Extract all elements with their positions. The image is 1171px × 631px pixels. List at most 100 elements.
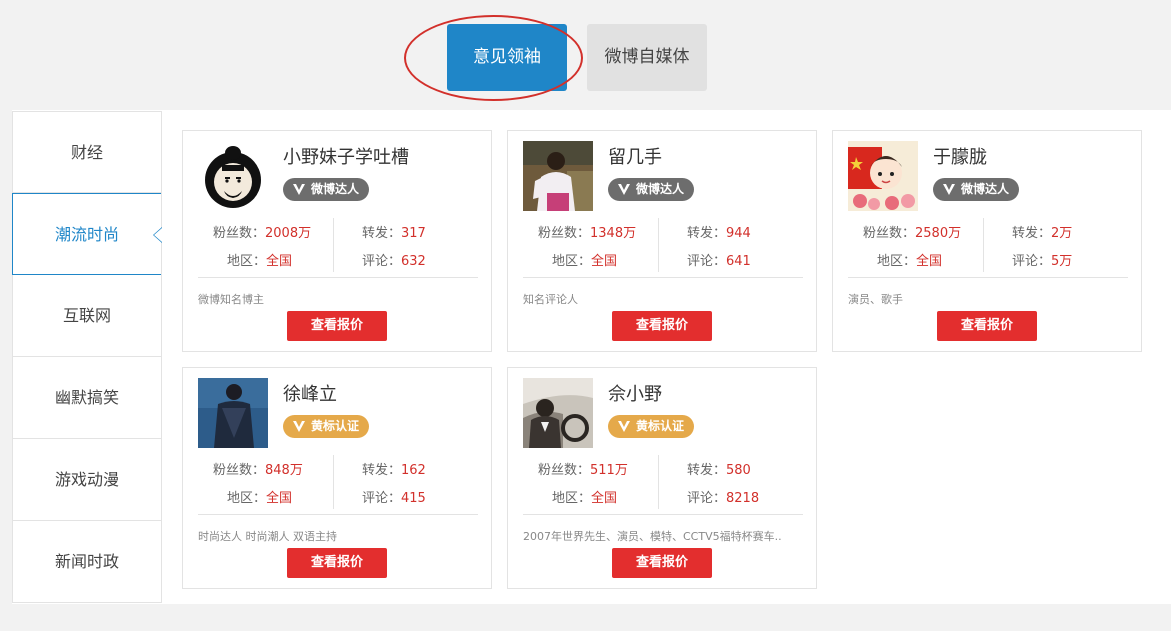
region-label: 地区： <box>227 491 267 506</box>
badge-label: 微博达人 <box>636 182 685 196</box>
fans-value: 1348万 <box>590 226 637 241</box>
v-badge-icon <box>618 184 630 195</box>
view-quote-button[interactable]: 查看报价 <box>287 548 387 578</box>
avatar[interactable] <box>523 141 593 211</box>
avatar[interactable] <box>198 378 268 448</box>
comments-stat: 评论：415 <box>362 487 426 506</box>
comments-label: 评论： <box>362 254 402 269</box>
avatar[interactable] <box>848 141 918 211</box>
comments-label: 评论： <box>687 254 727 269</box>
reposts-label: 转发： <box>1012 226 1052 241</box>
sidebar-item-label: 财经 <box>70 143 103 162</box>
influencer-name[interactable]: 于朦胧 <box>933 143 987 169</box>
fans-label: 粉丝数： <box>213 226 266 241</box>
comments-stat: 评论：641 <box>687 250 751 269</box>
reposts-stat: 转发：580 <box>687 459 751 478</box>
fans-value: 2580万 <box>915 226 962 241</box>
stats-divider <box>658 218 659 272</box>
sidebar-item-fashion[interactable]: 潮流时尚 <box>12 193 162 275</box>
fans-stat: 粉丝数：848万 <box>213 459 303 478</box>
tab-opinion-leader[interactable]: 意见领袖 <box>447 24 567 91</box>
reposts-value: 162 <box>401 463 426 478</box>
sidebar-item-internet[interactable]: 互联网 <box>13 275 161 357</box>
view-quote-button[interactable]: 查看报价 <box>612 548 712 578</box>
sidebar-item-humor[interactable]: 幽默搞笑 <box>13 357 161 439</box>
comments-label: 评论： <box>1012 254 1052 269</box>
sidebar-item-label: 互联网 <box>62 306 111 325</box>
view-quote-button[interactable]: 查看报价 <box>937 311 1037 341</box>
comments-value: 641 <box>726 254 751 269</box>
comments-stat: 评论：632 <box>362 250 426 269</box>
sidebar-item-label: 游戏动漫 <box>54 470 119 489</box>
region-stat: 地区：全国 <box>227 487 292 506</box>
verification-badge: 黄标认证 <box>283 415 370 438</box>
fans-value: 511万 <box>590 463 628 478</box>
region-value: 全国 <box>591 491 618 506</box>
influencer-name[interactable]: 佘小野 <box>608 380 662 406</box>
v-badge-icon <box>293 184 305 195</box>
region-label: 地区： <box>227 254 267 269</box>
badge-label: 微博达人 <box>311 182 360 196</box>
tab-weibo-media[interactable]: 微博自媒体 <box>587 24 707 91</box>
influencer-description: 演员、歌手 <box>848 293 903 306</box>
sidebar-item-label: 幽默搞笑 <box>54 388 119 407</box>
fans-value: 2008万 <box>265 226 312 241</box>
sidebar-item-label: 潮流时尚 <box>54 225 119 244</box>
influencer-name[interactable]: 小野妹子学吐槽 <box>283 143 409 169</box>
influencer-name[interactable]: 徐峰立 <box>283 380 337 406</box>
badge-label: 微博达人 <box>961 182 1010 196</box>
influencer-card: 徐峰立 黄标认证 粉丝数：848万 地区：全国 转发：162 评论：415 时尚… <box>182 367 492 589</box>
comments-value: 8218 <box>726 491 760 506</box>
badge-label: 黄标认证 <box>311 419 360 433</box>
fans-label: 粉丝数： <box>213 463 266 478</box>
reposts-value: 2万 <box>1051 226 1073 241</box>
verification-badge: 黄标认证 <box>608 415 695 438</box>
region-label: 地区： <box>552 254 592 269</box>
influencer-card: 佘小野 黄标认证 粉丝数：511万 地区：全国 转发：580 评论：8218 2… <box>507 367 817 589</box>
sidebar-item-finance[interactable]: 财经 <box>13 111 161 193</box>
reposts-value: 317 <box>401 226 426 241</box>
photo-man-car-icon <box>523 378 593 448</box>
stats-block: 粉丝数：2008万 地区：全国 转发：317 评论：632 <box>198 216 478 278</box>
stats-divider <box>658 455 659 509</box>
reposts-value: 944 <box>726 226 751 241</box>
cartoon-portrait-icon <box>198 141 268 211</box>
view-quote-button[interactable]: 查看报价 <box>287 311 387 341</box>
comments-value: 632 <box>401 254 426 269</box>
region-stat: 地区：全国 <box>552 487 617 506</box>
reposts-stat: 转发：317 <box>362 222 426 241</box>
comments-stat: 评论：8218 <box>687 487 759 506</box>
fans-value: 848万 <box>265 463 303 478</box>
reposts-stat: 转发：944 <box>687 222 751 241</box>
stats-divider <box>983 218 984 272</box>
influencer-description: 时尚达人 时尚潮人 双语主持 <box>198 530 337 543</box>
avatar[interactable] <box>523 378 593 448</box>
view-quote-button[interactable]: 查看报价 <box>612 311 712 341</box>
influencer-card: 于朦胧 微博达人 粉丝数：2580万 地区：全国 转发：2万 评论：5万 演员、… <box>832 130 1142 352</box>
stats-block: 粉丝数：511万 地区：全国 转发：580 评论：8218 <box>523 453 803 515</box>
region-label: 地区： <box>877 254 917 269</box>
comments-label: 评论： <box>687 491 727 506</box>
region-stat: 地区：全国 <box>877 250 942 269</box>
badge-label: 黄标认证 <box>636 419 685 433</box>
region-stat: 地区：全国 <box>552 250 617 269</box>
avatar[interactable] <box>198 141 268 211</box>
influencer-description: 知名评论人 <box>523 293 578 306</box>
photo-man-pink-icon <box>523 141 593 211</box>
reposts-label: 转发： <box>362 226 402 241</box>
stats-block: 粉丝数：2580万 地区：全国 转发：2万 评论：5万 <box>848 216 1128 278</box>
category-sidebar: 财经 潮流时尚 互联网 幽默搞笑 游戏动漫 新闻时政 <box>12 111 162 603</box>
v-badge-icon <box>618 421 630 432</box>
sidebar-item-news-politics[interactable]: 新闻时政 <box>13 521 161 603</box>
fans-label: 粉丝数： <box>863 226 916 241</box>
comments-stat: 评论：5万 <box>1012 250 1072 269</box>
v-badge-icon <box>293 421 305 432</box>
cartoon-flag-icon <box>848 141 918 211</box>
sidebar-item-games-anime[interactable]: 游戏动漫 <box>13 439 161 521</box>
verification-badge: 微博达人 <box>933 178 1020 201</box>
reposts-label: 转发： <box>687 226 727 241</box>
influencer-card: 留几手 微博达人 粉丝数：1348万 地区：全国 转发：944 评论：641 知… <box>507 130 817 352</box>
influencer-name[interactable]: 留几手 <box>608 143 662 169</box>
reposts-value: 580 <box>726 463 751 478</box>
stats-divider <box>333 218 334 272</box>
